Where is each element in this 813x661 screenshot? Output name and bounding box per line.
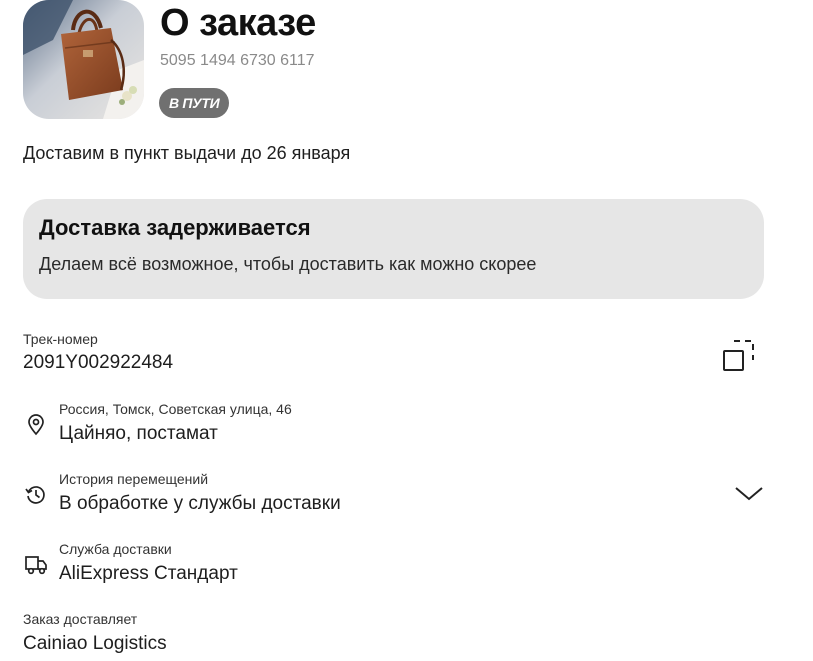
order-details-page: О заказе 5095 1494 6730 6117 В ПУТИ Дост… [0, 0, 813, 661]
bag-image [23, 0, 144, 119]
history-status: В обработке у службы доставки [59, 493, 341, 514]
location-pin-icon [26, 414, 46, 441]
page-title: О заказе [160, 2, 316, 44]
history-icon [24, 483, 48, 512]
address-label: Россия, Томск, Советская улица, 46 [59, 401, 292, 417]
tracking-number: 2091Y002922484 [23, 352, 174, 373]
pickup-point: Цайняо, постамат [59, 423, 218, 444]
truck-icon [24, 554, 48, 581]
delay-alert: Доставка задерживается Делаем всё возмож… [23, 199, 764, 299]
delivery-estimate: Доставим в пункт выдачи до 26 января [23, 143, 351, 163]
carrier-name: Cainiao Logistics [23, 633, 167, 654]
history-expand-button[interactable] [733, 482, 765, 504]
service-label: Служба доставки [59, 541, 172, 557]
order-number: 5095 1494 6730 6117 [160, 52, 315, 69]
alert-title: Доставка задерживается [39, 215, 311, 240]
chevron-down-icon [735, 487, 763, 501]
delivery-service: AliExpress Стандарт [59, 563, 238, 584]
carrier-label: Заказ доставляет [23, 611, 138, 627]
alert-text: Делаем всё возможное, чтобы доставить ка… [39, 254, 537, 274]
copy-icon [723, 340, 754, 371]
status-badge: В ПУТИ [159, 88, 230, 118]
copy-button[interactable] [722, 338, 756, 372]
tracking-label: Трек-номер [23, 331, 98, 347]
history-label: История перемещений [59, 471, 209, 487]
product-thumbnail[interactable] [23, 0, 144, 119]
